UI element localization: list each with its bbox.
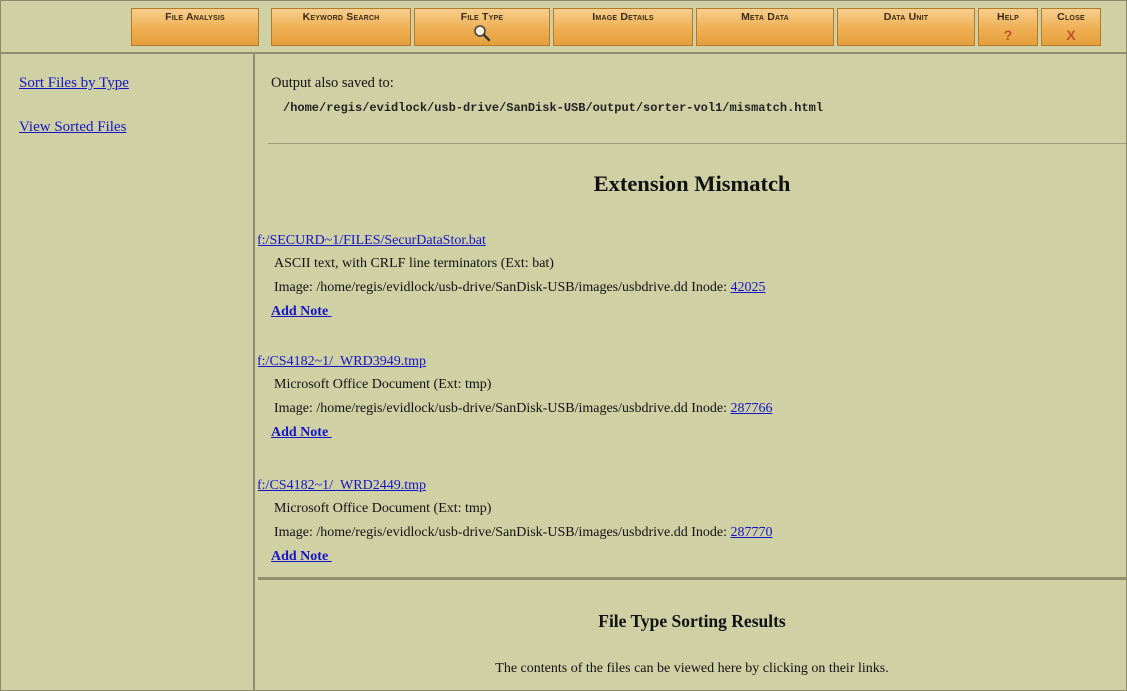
- image-details-label: Image Details: [592, 11, 654, 23]
- view-sorted-files-link[interactable]: View Sorted Files: [19, 119, 126, 136]
- file-link[interactable]: f:/CS4182~1/_WRD3949.tmp: [258, 354, 426, 370]
- add-note-link[interactable]: Add Note: [271, 425, 332, 441]
- image-info: Image: /home/regis/evidlock/usb-drive/Sa…: [274, 280, 765, 296]
- file-link[interactable]: f:/SECURD~1/FILES/SecurDataStor.bat: [258, 233, 486, 249]
- add-note-link[interactable]: Add Note: [271, 549, 332, 565]
- help-button[interactable]: Help ?: [978, 8, 1038, 46]
- extension-mismatch-heading: Extension Mismatch: [593, 171, 791, 196]
- meta-data-tab[interactable]: Meta Data: [696, 8, 834, 46]
- sorting-description: The contents of the files can be viewed …: [495, 661, 889, 676]
- image-info: Image: /home/regis/evidlock/usb-drive/Sa…: [274, 525, 772, 541]
- keyword-search-label: Keyword Search: [302, 11, 380, 23]
- file-type-tab[interactable]: File Type: [414, 8, 550, 46]
- file-analysis-label: File Analysis: [165, 11, 225, 23]
- image-info: Image: /home/regis/evidlock/usb-drive/Sa…: [274, 401, 772, 417]
- sort-files-by-type-link[interactable]: Sort Files by Type: [19, 75, 129, 92]
- left-navigation: Sort Files by Type View Sorted Files: [1, 54, 255, 690]
- output-path: /home/regis/evidlock/usb-drive/SanDisk-U…: [283, 101, 824, 115]
- file-link[interactable]: f:/CS4182~1/_WRD2449.tmp: [258, 478, 426, 494]
- file-description: Microsoft Office Document (Ext: tmp): [274, 377, 492, 392]
- keyword-search-tab[interactable]: Keyword Search: [271, 8, 411, 46]
- file-analysis-tab[interactable]: File Analysis: [131, 8, 259, 46]
- help-label: Help: [997, 11, 1019, 23]
- question-mark-icon: ?: [1003, 27, 1013, 43]
- file-description: Microsoft Office Document (Ext: tmp): [274, 501, 492, 516]
- toolbar: File Analysis Keyword Search File Type I…: [1, 1, 1126, 54]
- image-details-tab[interactable]: Image Details: [553, 8, 693, 46]
- data-unit-label: Data Unit: [883, 11, 929, 23]
- meta-data-label: Meta Data: [741, 11, 789, 23]
- section-divider: [258, 577, 1126, 580]
- close-icon: X: [1066, 27, 1076, 43]
- magnifier-icon: [474, 25, 491, 42]
- file-type-label: File Type: [460, 11, 504, 23]
- content-pane: Output also saved to: /home/regis/evidlo…: [258, 54, 1126, 690]
- close-label: Close: [1057, 11, 1085, 23]
- image-path: Image: /home/regis/evidlock/usb-drive/Sa…: [274, 525, 731, 540]
- close-button[interactable]: Close X: [1041, 8, 1101, 46]
- image-path: Image: /home/regis/evidlock/usb-drive/Sa…: [274, 401, 731, 416]
- image-path: Image: /home/regis/evidlock/usb-drive/Sa…: [274, 280, 731, 295]
- divider: [268, 143, 1126, 144]
- output-saved-label: Output also saved to:: [271, 75, 394, 91]
- inode-link[interactable]: 287766: [730, 401, 772, 416]
- inode-link[interactable]: 287770: [730, 525, 772, 540]
- inode-link[interactable]: 42025: [730, 280, 765, 295]
- file-description: ASCII text, with CRLF line terminators (…: [274, 256, 554, 271]
- data-unit-tab[interactable]: Data Unit: [837, 8, 975, 46]
- add-note-link[interactable]: Add Note: [271, 304, 332, 320]
- file-type-sorting-heading: File Type Sorting Results: [598, 611, 786, 631]
